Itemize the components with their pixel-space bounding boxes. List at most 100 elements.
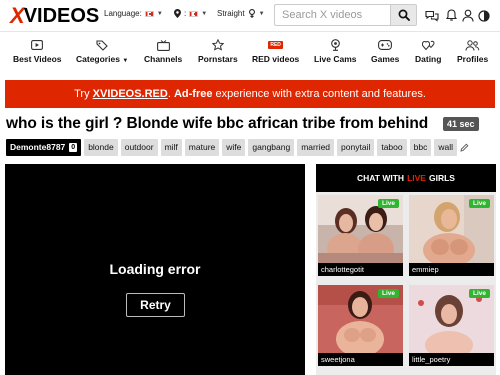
uploader-name: Demonte8787 [10,142,66,152]
chevron-down-icon: ▼ [156,10,163,17]
video-duration-badge: 41 sec [443,117,479,131]
live-badge: Live [377,289,399,298]
main-nav: Best Videos Categories ▼ Channels Pornst… [0,34,500,74]
live-cam-card[interactable]: Live charlottegotit [318,195,403,276]
search-icon [398,9,410,21]
bell-icon [446,9,457,21]
logo-x: X [10,3,25,28]
live-badge: Live [468,289,490,298]
live-head-live: LIVE [407,173,426,183]
nav-label-with-caret: Categories ▼ [76,54,128,64]
canada-flag-icon [144,10,154,17]
tag-link[interactable]: wall [434,138,457,156]
xvideos-logo[interactable]: X VIDEOS [10,3,100,28]
live-cam-card[interactable]: Live sweetjona [318,285,403,366]
retry-button[interactable]: Retry [126,293,185,317]
nav-item-best-videos[interactable]: Best Videos [13,38,62,64]
uploader-link[interactable]: Demonte8787 0 [6,138,82,156]
tag-link[interactable]: ponytail [337,138,375,156]
account-button[interactable] [460,8,475,23]
logo-text: VIDEOS [23,4,100,27]
cam-name: charlottegotit [318,263,403,276]
promo-suffix: experience with extra content and featur… [212,88,426,100]
nav-label: Categories [76,54,120,64]
female-symbol-icon [248,9,255,18]
nav-item-red-videos[interactable]: RED RED videos [252,38,299,64]
live-head-suffix: GIRLS [428,173,455,183]
top-bar: X VIDEOS Language: ▼ : ▼ Straight ▼ [0,0,500,32]
nav-item-categories[interactable]: Categories ▼ [76,38,128,64]
live-cam-card[interactable]: Live emmiep [409,195,494,276]
cam-name: little_poetry [409,353,494,366]
chat-button[interactable] [424,8,439,23]
red-badge: RED [268,41,283,49]
video-title: who is the girl ? Blonde wife bbc africa… [6,115,429,132]
cam-name: emmiep [409,263,494,276]
nav-item-live-cams[interactable]: Live Cams [314,38,357,64]
tag-link[interactable]: mature [184,138,220,156]
live-cams-panel: CHAT WITH LIVE GIRLS Live charlottegotit… [316,164,496,375]
tag-link[interactable]: outdoor [120,138,158,156]
pencil-icon [460,143,469,152]
tag-link[interactable]: gangbang [248,138,295,156]
webcam-icon [330,38,341,52]
promo-prefix: Try [74,88,93,100]
search-input[interactable] [275,5,390,25]
play-square-icon [31,38,44,52]
gamepad-icon [378,38,393,52]
language-label: Language: [104,9,142,18]
tags-icon [96,38,108,52]
tag-link[interactable]: taboo [377,138,407,156]
nav-item-profiles[interactable]: Profiles [457,38,488,64]
chevron-down-icon: ▼ [201,10,208,17]
location-pin-icon [174,9,181,18]
chevron-down-icon: ▼ [122,58,129,64]
nav-label: Best Videos [13,54,62,64]
nav-label: Channels [144,54,183,64]
chevron-down-icon: ▼ [258,10,265,17]
tag-link[interactable]: married [297,138,335,156]
nav-label: Profiles [457,54,489,64]
profiles-icon [465,38,480,52]
nav-label: RED videos [252,54,300,64]
search-box [274,4,390,26]
live-badge: Live [468,199,490,208]
edit-tags-button[interactable] [460,143,469,152]
live-head-prefix: CHAT WITH [357,173,405,183]
star-icon [211,38,224,52]
user-icon [461,9,474,22]
orientation-selector[interactable]: Straight ▼ [217,9,265,18]
page: X VIDEOS Language: ▼ : ▼ Straight ▼ Sear… [0,0,500,375]
nav-item-channels[interactable]: Channels [144,38,182,64]
nav-label: Games [371,54,400,64]
tag-link[interactable]: milf [160,138,182,156]
nav-item-dating[interactable]: Dating [415,38,441,64]
contrast-icon [477,9,490,22]
tag-link[interactable]: blonde [84,138,118,156]
promo-brand-link[interactable]: XVIDEOS.RED [93,88,168,100]
theme-toggle-button[interactable] [476,8,491,23]
notifications-button[interactable] [444,8,459,23]
tag-link[interactable]: wife [222,138,246,156]
nav-label: Dating [415,54,442,64]
nav-label: Live Cams [314,54,357,64]
canada-flag-icon [189,10,199,17]
red-promo-banner[interactable]: Try XVIDEOS.RED . Ad-free experience wit… [5,80,495,108]
uploader-count-badge: 0 [69,142,78,152]
nav-item-games[interactable]: Games [371,38,399,64]
live-panel-header[interactable]: CHAT WITH LIVE GIRLS [316,164,496,192]
hearts-icon [421,38,435,52]
nav-item-pornstars[interactable]: Pornstars [198,38,238,64]
live-cam-card[interactable]: Live little_poetry [409,285,494,366]
cam-name: sweetjona [318,353,403,366]
video-player[interactable]: Loading error Retry [5,164,305,375]
tag-link[interactable]: bbc [409,138,432,156]
location-label: : [184,9,187,18]
search-button[interactable] [390,4,417,26]
location-selector[interactable]: : ▼ [174,9,207,18]
promo-adfree: Ad-free [173,88,213,100]
chat-bubbles-icon [424,10,439,22]
orientation-label: Straight [217,9,245,18]
language-selector[interactable]: Language: ▼ [104,9,163,18]
video-tags-row: Demonte8787 0 blonde outdoor milf mature… [6,138,496,156]
